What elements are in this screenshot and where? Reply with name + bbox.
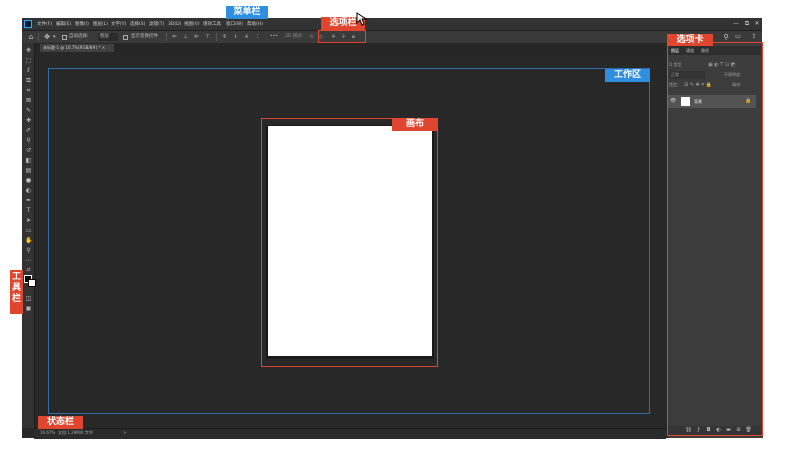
menu-window[interactable]: 窗口(W): [226, 21, 243, 29]
show-transform-label: 显示变换控件: [131, 34, 158, 39]
label-canvas: 画布: [392, 118, 438, 131]
document-info: 文档:1.29M/0 字节: [58, 430, 93, 435]
quick-mask-icon[interactable]: ◫: [25, 295, 32, 302]
show-transform-checkbox[interactable]: [123, 34, 128, 40]
share-icon[interactable]: ⇪: [750, 33, 758, 41]
healing-icon[interactable]: ✚: [25, 117, 32, 124]
align-center-icon[interactable]: ⊥: [182, 33, 189, 41]
auto-select-dropdown[interactable]: 图层: [98, 33, 118, 41]
brush-icon[interactable]: ✐: [25, 127, 32, 134]
auto-select-checkbox[interactable]: [62, 34, 67, 40]
status-arrow-icon[interactable]: >: [123, 429, 126, 437]
auto-select-label: 自动选择:: [69, 34, 89, 39]
eyedropper-icon[interactable]: ✎: [25, 107, 32, 114]
menu-edit[interactable]: 编辑(E): [56, 21, 71, 29]
distribute-4-icon[interactable]: ⫶: [254, 33, 261, 41]
workspace-icon[interactable]: ▭: [734, 33, 742, 41]
frame-icon[interactable]: ⊠: [25, 97, 32, 104]
align-right-icon[interactable]: ⊫: [193, 33, 200, 41]
history-brush-icon[interactable]: ↺: [25, 147, 32, 154]
ps-logo-icon[interactable]: [24, 20, 32, 28]
distribute-3-icon[interactable]: ⫵: [243, 33, 250, 41]
move-icon[interactable]: ✥: [25, 47, 32, 54]
gradient-icon[interactable]: ▤: [25, 167, 32, 174]
background-color-icon[interactable]: [28, 279, 36, 287]
align-left-icon[interactable]: ⊨: [171, 33, 178, 41]
type-icon[interactable]: T: [25, 207, 32, 214]
stamp-icon[interactable]: ⚲: [25, 137, 32, 144]
menu-layer[interactable]: 图层(L): [93, 21, 108, 29]
move-tool-icon[interactable]: ✥: [43, 33, 51, 41]
lasso-icon[interactable]: ℓ: [25, 67, 32, 74]
label-toolbar: 工具栏: [10, 270, 23, 314]
swap-colors-icon[interactable]: ⇄: [25, 267, 32, 274]
more-tools-icon[interactable]: ⋯: [25, 257, 32, 264]
more-options-button[interactable]: •••: [270, 33, 278, 41]
restore-icon[interactable]: ⧉: [742, 19, 752, 29]
zoom-level[interactable]: 16.67%: [40, 429, 55, 437]
shape-icon[interactable]: ▭: [25, 227, 32, 234]
blur-icon[interactable]: ●: [25, 177, 32, 184]
path-select-icon[interactable]: ➤: [25, 217, 32, 224]
menu-view[interactable]: 视图(V): [184, 21, 200, 29]
document-tab-bar: [34, 43, 666, 52]
menu-image[interactable]: 图像(I): [75, 21, 89, 29]
document-tab[interactable]: 未标题-1 @ 16.7%(RGB/8#) * ×: [40, 44, 114, 52]
close-tab-icon[interactable]: ×: [102, 45, 105, 50]
canvas-highlight-frame: [261, 118, 438, 367]
search-icon[interactable]: ⚲: [722, 33, 730, 41]
divider: [166, 33, 167, 41]
align-top-icon[interactable]: ⊤: [204, 33, 211, 41]
menu-file[interactable]: 文件(F): [37, 21, 52, 29]
menu-3d[interactable]: 3D(D): [168, 21, 181, 29]
menu-select[interactable]: 选择(S): [130, 21, 145, 29]
home-icon[interactable]: ⌂: [27, 33, 35, 41]
distribute-1-icon[interactable]: ⫴: [221, 33, 228, 41]
crop-icon[interactable]: ⌗: [25, 87, 32, 94]
divider: [38, 33, 39, 41]
chevron-down-icon[interactable]: ▾: [53, 33, 56, 41]
menu-plugins[interactable]: 增效工具: [203, 21, 221, 29]
zoom-icon[interactable]: ⚲: [25, 247, 32, 254]
hand-icon[interactable]: ✋: [25, 237, 32, 244]
label-statusbar: 状态栏: [38, 416, 83, 429]
label-menubar: 菜单栏: [226, 6, 268, 19]
screen-mode-icon[interactable]: ▣: [25, 305, 32, 312]
dodge-icon[interactable]: ◐: [25, 187, 32, 194]
minimize-icon[interactable]: —: [731, 19, 741, 29]
cursor-icon: [356, 12, 368, 26]
menu-filter[interactable]: 滤镜(T): [149, 21, 164, 29]
divider: [216, 33, 217, 41]
menu-type[interactable]: 文字(Y): [111, 21, 126, 29]
marquee-icon[interactable]: ⬚: [25, 57, 32, 64]
menu-help[interactable]: 帮助(H): [247, 21, 263, 29]
3d-orbit-icon[interactable]: ⟲: [308, 33, 315, 41]
label-panel-tab: 选项卡: [667, 34, 713, 46]
document-tab-label: 未标题-1 @ 16.7%(RGB/8#) *: [43, 45, 101, 50]
panel-highlight-frame: [667, 42, 763, 436]
object-select-icon[interactable]: ⧉: [25, 77, 32, 84]
eraser-icon[interactable]: ◧: [25, 157, 32, 164]
distribute-2-icon[interactable]: ⫲: [232, 33, 239, 41]
3d-mode-label: 3D 模式:: [285, 34, 304, 39]
status-bar: [34, 428, 666, 439]
label-workarea: 工作区: [605, 69, 650, 82]
pen-icon[interactable]: ✒: [25, 197, 32, 204]
options-highlight-frame: [318, 30, 366, 43]
close-window-icon[interactable]: ✕: [752, 19, 762, 29]
